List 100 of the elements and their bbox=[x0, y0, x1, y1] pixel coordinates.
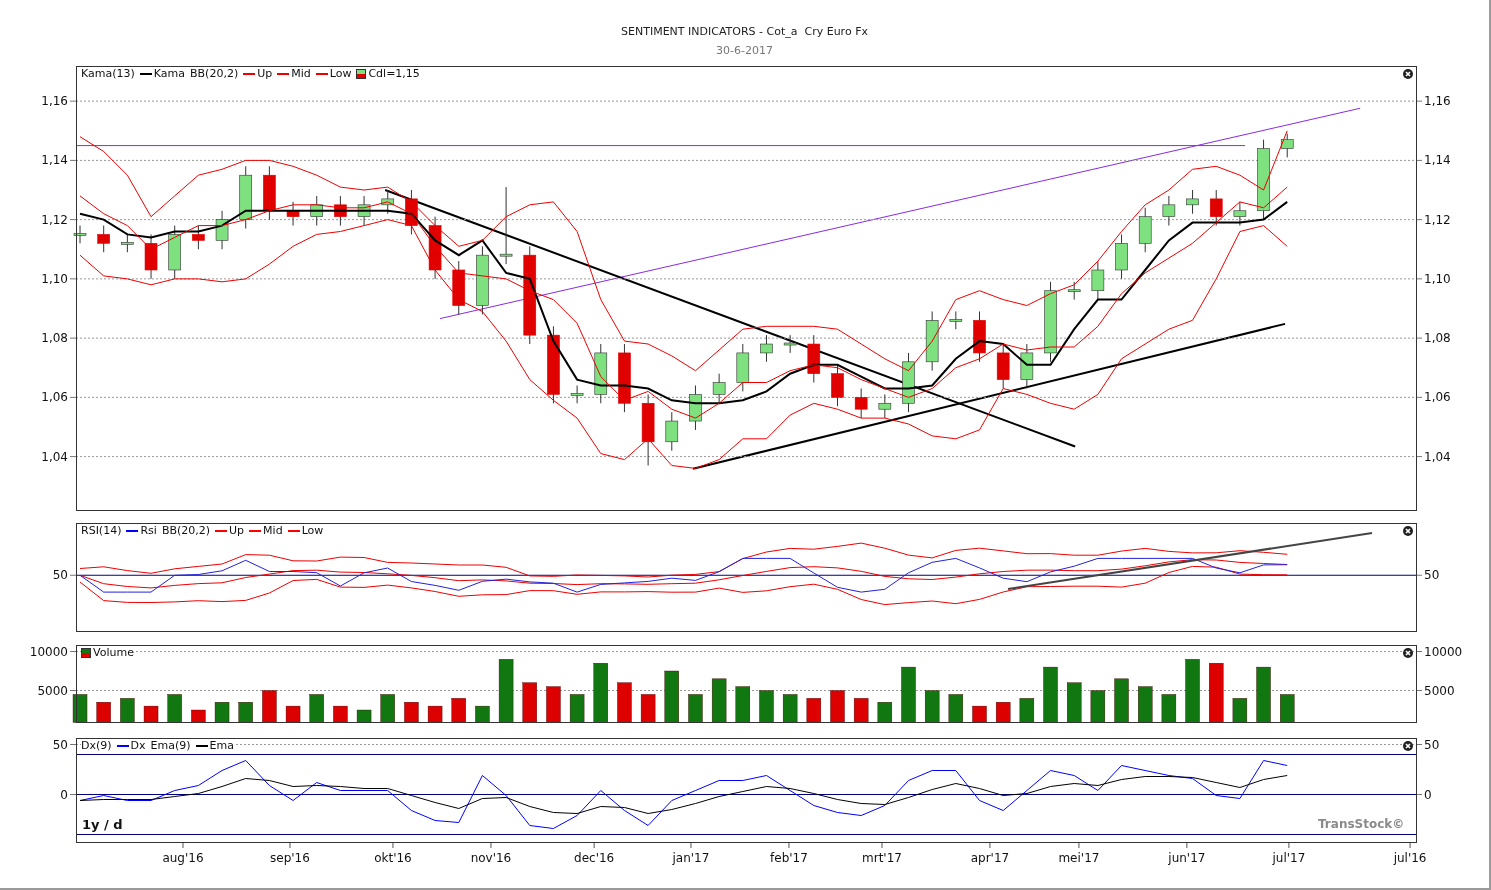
candlestick bbox=[286, 201, 300, 227]
y-axis-label: 0 bbox=[1424, 787, 1432, 802]
y-axis-label: 50 bbox=[52, 738, 68, 752]
y-axis-label: 10000 bbox=[1424, 645, 1463, 659]
x-axis-label: dec'16 bbox=[574, 851, 615, 865]
volume-bar bbox=[214, 702, 230, 723]
volume-bar bbox=[853, 698, 869, 723]
chart-title: SENTIMENT INDICATORS - Cot_a Cry Euro Fx bbox=[621, 25, 868, 38]
y-axis-label: 10000 bbox=[29, 645, 68, 659]
legend-label: Mid bbox=[263, 524, 283, 537]
close-icon[interactable] bbox=[1403, 648, 1413, 658]
candlestick bbox=[405, 189, 418, 235]
candlestick bbox=[783, 334, 797, 354]
volume-bar bbox=[333, 705, 348, 723]
volume-bar bbox=[1019, 698, 1035, 723]
volume-bar bbox=[356, 709, 372, 723]
candlestick bbox=[192, 225, 205, 250]
legend-label: Up bbox=[229, 524, 245, 537]
y-axis-label: 1,10 bbox=[41, 271, 68, 286]
candlestick bbox=[665, 411, 679, 452]
volume-bar bbox=[1114, 678, 1129, 723]
y-axis-label: 1,08 bbox=[1424, 331, 1451, 346]
y-axis-label: 1,06 bbox=[41, 390, 68, 405]
y-axis-label: 1,14 bbox=[41, 153, 68, 168]
legend-label: Low bbox=[329, 67, 352, 80]
volume-bar bbox=[96, 702, 111, 723]
y-axis-label: 1,16 bbox=[41, 94, 68, 109]
volume-bar bbox=[1138, 686, 1153, 723]
candlestick bbox=[310, 195, 324, 227]
volume-bar bbox=[806, 698, 822, 723]
candlestick bbox=[97, 225, 110, 253]
volume-bar bbox=[924, 690, 940, 723]
x-axis-label: jul'17 bbox=[1272, 851, 1306, 865]
x-axis-label: feb'17 bbox=[770, 851, 808, 865]
y-axis-label: 50 bbox=[1424, 568, 1440, 583]
volume-bar bbox=[901, 666, 916, 723]
volume-bar bbox=[143, 705, 159, 723]
candlestick bbox=[760, 334, 773, 363]
candlestick bbox=[215, 210, 229, 250]
candlestick bbox=[831, 364, 844, 407]
x-axis-label: sep'16 bbox=[270, 851, 310, 865]
legend-label: Ema bbox=[209, 739, 234, 752]
legend-label: Dx(9) bbox=[81, 739, 112, 752]
candlestick bbox=[570, 385, 584, 404]
candlestick bbox=[381, 189, 395, 215]
close-icon[interactable] bbox=[1403, 69, 1413, 79]
x-axis-label: mrt'17 bbox=[862, 851, 902, 865]
legend-label: BB(20,2) bbox=[190, 67, 239, 80]
volume-bar bbox=[830, 690, 845, 723]
volume-bar bbox=[1280, 694, 1295, 723]
candlestick bbox=[73, 225, 87, 244]
candlestick bbox=[1233, 201, 1247, 227]
legend-label: Kama bbox=[153, 67, 185, 80]
volume-bar bbox=[688, 694, 703, 723]
legend-label: Dx bbox=[130, 739, 146, 752]
volume-bar bbox=[1185, 659, 1200, 723]
brand-label: TransStock© bbox=[1318, 817, 1405, 831]
volume-bar bbox=[404, 702, 419, 723]
legend-label: Volume bbox=[93, 646, 134, 659]
x-axis-label: jun'17 bbox=[1168, 851, 1206, 865]
volume-bar bbox=[522, 682, 537, 723]
volume-bar bbox=[995, 702, 1011, 723]
y-axis-label: 0 bbox=[60, 787, 68, 802]
y-axis-label: 1,04 bbox=[41, 449, 68, 464]
y-axis-label: 1,16 bbox=[1424, 94, 1451, 109]
volume-bar bbox=[1209, 663, 1224, 723]
candlestick bbox=[949, 310, 963, 330]
candlestick bbox=[144, 233, 158, 280]
y-axis-label: 50 bbox=[1424, 738, 1440, 752]
legend-label: RSI(14) bbox=[81, 524, 122, 537]
candlestick bbox=[854, 387, 868, 419]
candlestick bbox=[1020, 343, 1034, 389]
candlestick bbox=[736, 343, 750, 392]
volume-bar bbox=[664, 670, 679, 723]
volume-bar bbox=[427, 705, 443, 723]
legend-label: Up bbox=[257, 67, 273, 80]
candlestick bbox=[925, 310, 939, 372]
candlestick bbox=[712, 373, 726, 404]
candlestick bbox=[1209, 189, 1223, 227]
close-icon[interactable] bbox=[1403, 741, 1413, 751]
candlestick bbox=[239, 165, 252, 229]
y-axis-label: 1,12 bbox=[41, 212, 68, 227]
volume-bar bbox=[617, 682, 632, 723]
candlestick bbox=[1280, 133, 1294, 158]
volume-bar bbox=[498, 659, 514, 723]
volume-bar bbox=[759, 690, 774, 723]
volume-bar bbox=[1161, 694, 1177, 723]
candlestick bbox=[1091, 260, 1105, 301]
y-axis-label: 1,08 bbox=[41, 331, 68, 346]
candlestick bbox=[1115, 233, 1128, 280]
x-axis-label: mei'17 bbox=[1058, 851, 1100, 865]
legend-label: Mid bbox=[291, 67, 311, 80]
x-axis-label: jul'16 bbox=[1393, 851, 1427, 865]
x-axis-label: okt'16 bbox=[374, 851, 412, 865]
volume-bar bbox=[782, 694, 798, 723]
close-icon[interactable] bbox=[1403, 526, 1413, 536]
candlestick bbox=[973, 310, 986, 363]
candlestick bbox=[618, 343, 631, 413]
volume-bar bbox=[1090, 690, 1106, 723]
legend-label: Cdl=1,15 bbox=[368, 67, 420, 80]
